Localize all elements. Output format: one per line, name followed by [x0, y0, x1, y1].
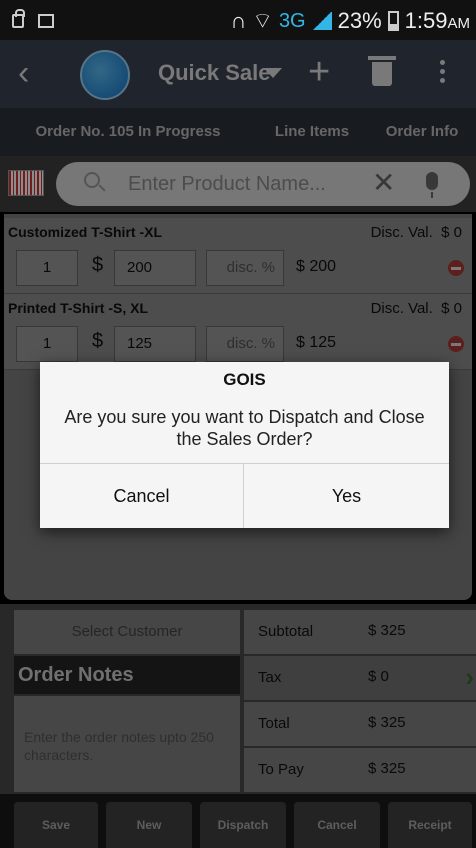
- battery-percent: 23%: [337, 8, 382, 33]
- confirm-dialog: GOIS Are you sure you want to Dispatch a…: [40, 362, 449, 528]
- clock: 1:59AM: [405, 8, 470, 34]
- wifi-icon: ⌔: [252, 8, 273, 33]
- dialog-title: GOIS: [223, 370, 266, 389]
- lock-icon: [12, 9, 25, 28]
- headphones-icon: ∩: [230, 8, 247, 33]
- dialog-message: Are you sure you want to Dispatch and Cl…: [64, 407, 425, 449]
- dialog-yes-button[interactable]: Yes: [244, 464, 449, 528]
- image-notification-icon: [38, 14, 54, 28]
- signal-icon: [311, 12, 332, 30]
- battery-icon: [387, 11, 399, 31]
- dialog-cancel-button[interactable]: Cancel: [40, 464, 244, 528]
- notification-icons: [12, 9, 54, 28]
- clock-time: 1:59: [404, 8, 448, 33]
- status-right: ∩ ⌔ 3G 23% 1:59AM: [230, 7, 470, 35]
- clock-ampm: AM: [447, 15, 471, 32]
- network-type: 3G: [278, 9, 306, 32]
- status-bar: ∩ ⌔ 3G 23% 1:59AM: [0, 0, 476, 40]
